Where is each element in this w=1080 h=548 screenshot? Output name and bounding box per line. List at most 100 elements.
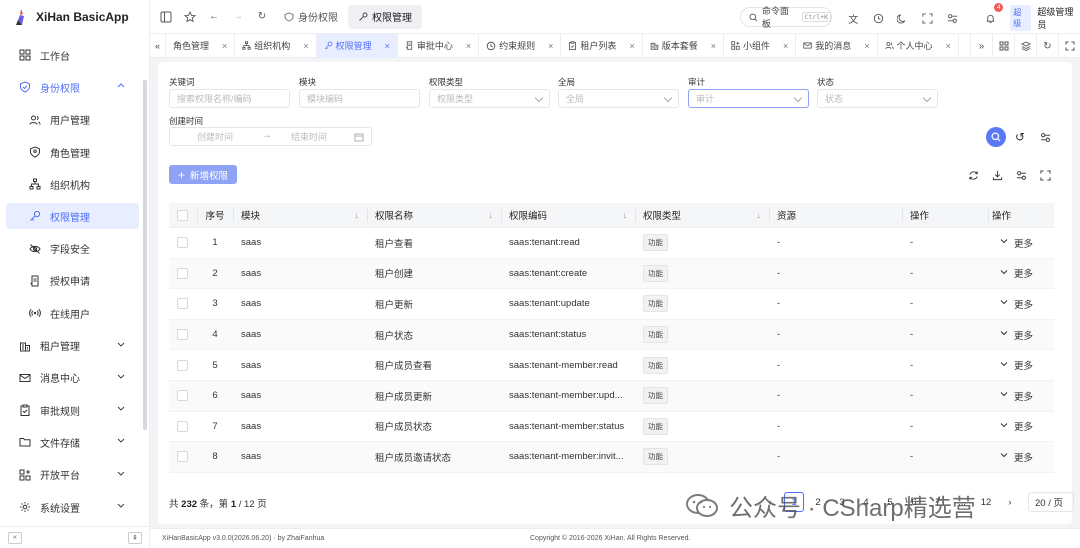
more-actions-button[interactable]: 更多 <box>988 442 1048 472</box>
row-checkbox[interactable] <box>169 228 197 258</box>
next-page-icon[interactable]: › <box>998 492 1022 512</box>
translate-icon[interactable]: 文 <box>842 6 865 30</box>
sidebar-item-8[interactable]: 在线用户 <box>0 297 149 329</box>
sidebar-item-12[interactable]: 文件存储 <box>0 426 149 458</box>
row-checkbox[interactable] <box>169 442 197 472</box>
type-select[interactable]: 权限类型 <box>429 89 550 108</box>
sidebar-item-9[interactable]: 租户管理 <box>0 329 149 361</box>
close-tab-icon[interactable]: × <box>864 41 869 51</box>
sidebar-item-10[interactable]: 消息中心 <box>0 362 149 394</box>
sidebar-item-5[interactable]: 权限管理 <box>6 203 139 230</box>
grid-view-icon[interactable] <box>992 34 1014 58</box>
col-module[interactable]: 模块 ↓ <box>233 203 367 227</box>
more-actions-button[interactable]: 更多 <box>988 228 1048 258</box>
table-row[interactable]: 7 saas 租户成员状态 saas:tenant-member:status 功能 - -… <box>169 412 1054 443</box>
col-type[interactable]: 权限类型 ↓ <box>635 203 769 227</box>
page-button[interactable]: 12 <box>974 492 998 512</box>
command-palette-button[interactable]: 命令面板 Ctrl+K <box>740 6 832 29</box>
sidebar-item-13[interactable]: 开放平台 <box>0 459 149 491</box>
row-checkbox[interactable] <box>169 259 197 289</box>
fullscreen-icon[interactable] <box>916 6 939 30</box>
tab-8[interactable]: 我的消息 × <box>796 33 878 58</box>
tab-0[interactable]: 角色管理 × <box>166 33 236 58</box>
sidebar-item-1[interactable]: 身份权限 <box>0 71 149 103</box>
toggle-sidebar-icon[interactable] <box>154 5 178 29</box>
add-permission-button[interactable]: + 新增权限 <box>169 165 237 184</box>
sort-icon[interactable]: ↓ <box>355 210 360 220</box>
more-actions-button[interactable]: 更多 <box>988 412 1048 442</box>
bell-icon[interactable]: 4 <box>980 3 1004 30</box>
search-button[interactable] <box>986 127 1006 147</box>
close-tab-icon[interactable]: × <box>783 41 788 51</box>
more-actions-button[interactable]: 更多 <box>988 381 1048 411</box>
close-tab-icon[interactable]: × <box>222 41 227 51</box>
sidebar-item-3[interactable]: 角色管理 <box>0 136 149 168</box>
reload-tab-icon[interactable]: ↻ <box>1036 34 1058 58</box>
table-row[interactable]: 8 saas 租户成员邀请状态 saas:tenant-member:invit...… <box>169 442 1054 473</box>
moon-icon[interactable] <box>891 6 914 30</box>
created-range-input[interactable]: 创建时间 → 结束时间 <box>169 127 372 146</box>
table-row[interactable]: 5 saas 租户成员查看 saas:tenant-member:read 功能 - - 更多 <box>169 350 1054 381</box>
breadcrumb-item[interactable]: 身份权限 <box>274 5 348 29</box>
more-actions-button[interactable]: 更多 <box>988 259 1048 289</box>
breadcrumb-current[interactable]: 权限管理 <box>348 4 422 29</box>
row-checkbox[interactable] <box>169 320 197 350</box>
tabs-more-icon[interactable]: » <box>970 34 992 58</box>
tab-7[interactable]: 小组件 × <box>724 33 797 58</box>
tab-6[interactable]: 版本套餐 × <box>643 33 724 58</box>
close-tab-icon[interactable]: × <box>946 41 951 51</box>
sidebar-item-4[interactable]: 组织机构 <box>0 168 149 200</box>
more-actions-button[interactable]: 更多 <box>988 350 1048 380</box>
row-checkbox[interactable] <box>169 381 197 411</box>
refresh-table-icon[interactable] <box>964 166 982 184</box>
forward-arrow-icon[interactable]: → <box>226 5 250 29</box>
table-fullscreen-icon[interactable] <box>1036 166 1054 184</box>
status-select[interactable]: 状态 <box>817 89 938 108</box>
sort-icon[interactable]: ↓ <box>489 210 494 220</box>
more-actions-button[interactable]: 更多 <box>988 320 1048 350</box>
tab-9[interactable]: 个人中心 × <box>878 33 959 58</box>
filter-settings-button[interactable] <box>1035 127 1055 147</box>
clock-icon[interactable] <box>867 6 890 30</box>
tab-2[interactable]: 权限管理 × <box>316 33 398 58</box>
more-actions-button[interactable]: 更多 <box>988 289 1048 319</box>
column-settings-icon[interactable] <box>1012 166 1030 184</box>
download-icon[interactable] <box>988 166 1006 184</box>
row-checkbox[interactable] <box>169 289 197 319</box>
sidebar-item-6[interactable]: 字段安全 <box>0 232 149 264</box>
tab-4[interactable]: 约束规则 × <box>479 33 562 58</box>
sidebar-item-11[interactable]: 审批规则 <box>0 394 149 426</box>
back-arrow-icon[interactable]: ← <box>202 5 226 29</box>
sidebar-item-14[interactable]: 系统设置 <box>0 491 149 523</box>
audit-select[interactable]: 审计 <box>688 89 809 108</box>
maximize-icon[interactable] <box>1058 34 1080 58</box>
tab-3[interactable]: 审批中心 × <box>398 33 480 58</box>
table-row[interactable]: 3 saas 租户更新 saas:tenant:update 功能 - - 更多 <box>169 289 1054 320</box>
close-tab-icon[interactable]: × <box>629 41 634 51</box>
row-checkbox[interactable] <box>169 412 197 442</box>
close-tab-icon[interactable]: × <box>466 41 471 51</box>
reset-button[interactable]: ↺ <box>1010 127 1030 147</box>
sidebar-item-2[interactable]: 用户管理 <box>0 104 149 136</box>
sort-icon[interactable]: ↓ <box>623 210 628 220</box>
module-input[interactable]: 模块编码 <box>299 89 420 108</box>
close-tab-icon[interactable]: × <box>303 41 308 51</box>
sidebar-item-7[interactable]: 授权申请 <box>0 265 149 297</box>
select-all-checkbox[interactable] <box>169 203 197 227</box>
page-size-select[interactable]: 20 / 页 <box>1028 492 1074 512</box>
tab-5[interactable]: 租户列表 × <box>561 33 643 58</box>
app-logo[interactable]: XiHan BasicApp <box>0 0 149 34</box>
close-tab-icon[interactable]: × <box>385 41 390 51</box>
refresh-icon[interactable]: ↻ <box>250 5 274 29</box>
pin-sidebar-icon[interactable]: ⇞ <box>128 531 142 544</box>
col-code[interactable]: 权限编码 ↓ <box>501 203 635 227</box>
tab-1[interactable]: 组织机构 × <box>235 33 317 58</box>
settings-sliders-icon[interactable] <box>941 6 964 30</box>
user-name[interactable]: 超级管理员 <box>1037 5 1080 31</box>
sort-icon[interactable]: ↓ <box>757 210 762 220</box>
sidebar-item-0[interactable]: 工作台 <box>0 39 149 71</box>
close-tab-icon[interactable]: × <box>548 41 553 51</box>
close-tab-icon[interactable]: × <box>711 41 716 51</box>
col-name[interactable]: 权限名称 ↓ <box>367 203 501 227</box>
tabs-scroll-left[interactable]: « <box>150 33 167 58</box>
